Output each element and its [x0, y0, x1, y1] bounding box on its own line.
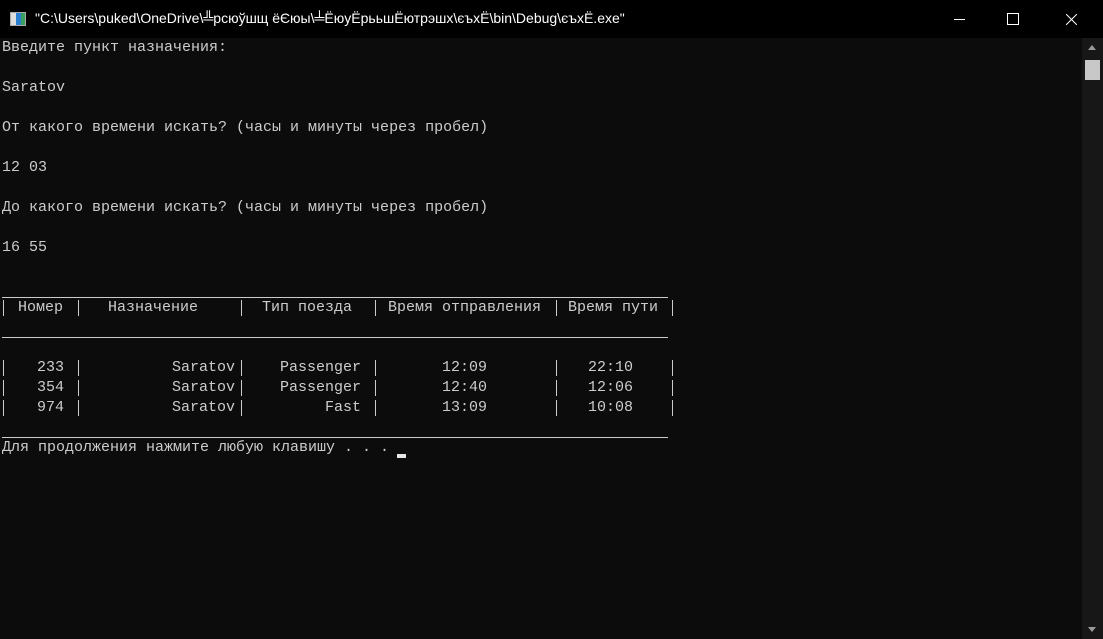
close-button[interactable]	[1048, 0, 1094, 38]
row-separator	[556, 380, 557, 396]
column-header-train-type: Тип поезда	[262, 299, 353, 316]
row-separator	[241, 360, 242, 376]
prompt-destination: Введите пункт назначения:	[2, 39, 228, 56]
row-separator	[672, 400, 673, 416]
header-separator	[3, 300, 4, 316]
minimize-icon	[953, 18, 965, 20]
header-separator	[241, 300, 242, 316]
header-separator	[375, 300, 376, 316]
console-output[interactable]: Введите пункт назначения: Saratov От как…	[0, 38, 1082, 639]
row-separator	[3, 380, 4, 396]
row-separator	[556, 360, 557, 376]
cell-departure-time: 13:09	[442, 399, 488, 416]
row-separator	[241, 400, 242, 416]
window-title: "C:\Users\puked\OneDrive\╩рсюўшщ ёЄюы\╧Ё…	[35, 10, 625, 26]
cell-train-type: Passenger	[279, 359, 361, 376]
prompt-to: До какого времени искать? (часы и минуты…	[2, 199, 489, 216]
cell-departure-time: 12:40	[442, 379, 488, 396]
close-icon	[1065, 13, 1077, 25]
prompt-from: От какого времени искать? (часы и минуты…	[2, 119, 489, 136]
column-header-number: Номер	[18, 299, 64, 316]
vertical-scrollbar[interactable]	[1082, 38, 1103, 639]
row-separator	[672, 380, 673, 396]
row-separator	[3, 400, 4, 416]
header-separator	[78, 300, 79, 316]
cell-departure-time: 12:09	[442, 359, 488, 376]
row-separator	[78, 360, 79, 376]
row-separator	[375, 380, 376, 396]
minimize-button[interactable]	[936, 0, 982, 38]
scroll-up-arrow-icon[interactable]	[1088, 45, 1096, 50]
header-separator	[672, 300, 673, 316]
text-cursor	[397, 454, 406, 458]
row-separator	[3, 360, 4, 376]
row-separator	[241, 380, 242, 396]
column-header-travel-time: Время пути	[568, 299, 659, 316]
cell-travel-time: 22:10	[588, 359, 634, 376]
input-destination: Saratov	[2, 79, 66, 96]
press-any-key-message: Для продолжения нажмите любую клавишу . …	[2, 439, 390, 456]
scrollbar-thumb[interactable]	[1085, 60, 1100, 80]
maximize-button[interactable]	[990, 0, 1036, 38]
row-separator	[78, 380, 79, 396]
row-separator	[78, 400, 79, 416]
console-app-icon[interactable]	[10, 12, 26, 26]
maximize-icon	[1007, 13, 1019, 25]
cell-train-type: Passenger	[279, 379, 361, 396]
row-separator	[556, 400, 557, 416]
header-separator	[556, 300, 557, 316]
input-from: 12 03	[2, 159, 48, 176]
row-separator	[375, 400, 376, 416]
row-separator	[375, 360, 376, 376]
column-header-departure-time: Время отправления	[388, 299, 542, 316]
cell-travel-time: 10:08	[588, 399, 634, 416]
cell-travel-time: 12:06	[588, 379, 634, 396]
scroll-down-arrow-icon[interactable]	[1088, 627, 1096, 632]
title-bar: "C:\Users\puked\OneDrive\╩рсюўшщ ёЄюы\╧Ё…	[0, 0, 1103, 38]
row-separator	[672, 360, 673, 376]
input-to: 16 55	[2, 239, 48, 256]
cell-train-type: Fast	[324, 399, 361, 416]
table-header-rule	[2, 337, 668, 338]
column-header-destination: Назначение	[108, 299, 199, 316]
